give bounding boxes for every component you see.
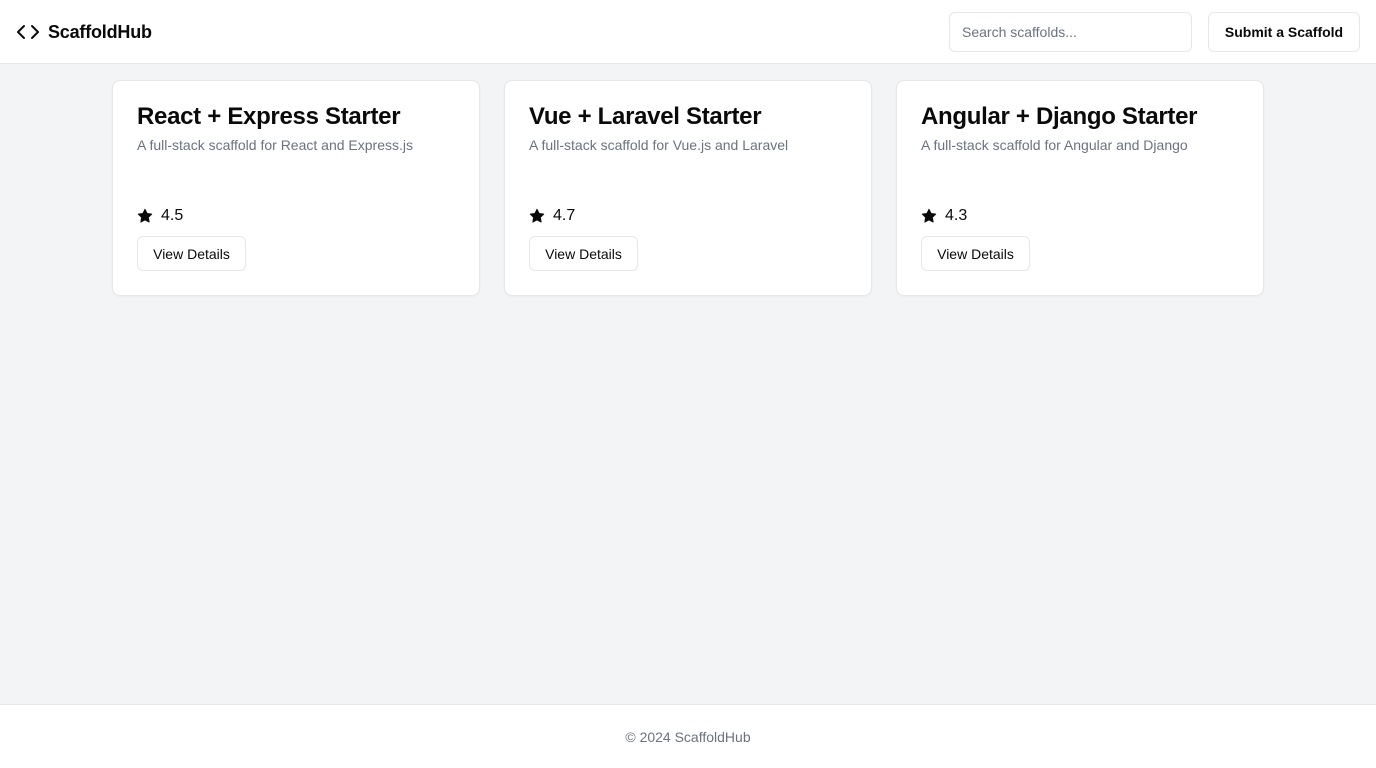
page-footer: © 2024 ScaffoldHub xyxy=(0,704,1376,768)
code-icon xyxy=(16,20,40,44)
rating: 4.7 xyxy=(529,206,575,226)
search-input[interactable] xyxy=(949,12,1192,52)
rating-value: 4.7 xyxy=(553,207,576,224)
card-description: A full-stack scaffold for Angular and Dj… xyxy=(921,137,1188,153)
brand-logo[interactable]: ScaffoldHub xyxy=(16,20,152,44)
rating-value: 4.3 xyxy=(945,207,968,224)
view-details-button[interactable]: View Details xyxy=(529,236,638,271)
star-icon xyxy=(921,208,937,224)
card-title: Angular + Django Starter xyxy=(921,103,1198,130)
brand-name: ScaffoldHub xyxy=(48,21,152,42)
copyright-text: © 2024 ScaffoldHub xyxy=(625,728,751,745)
top-header: ScaffoldHub Submit a Scaffold xyxy=(0,0,1376,64)
rating: 4.5 xyxy=(137,206,183,226)
submit-scaffold-button[interactable]: Submit a Scaffold xyxy=(1208,12,1360,52)
scaffold-card: Vue + Laravel Starter A full-stack scaff… xyxy=(504,80,872,296)
star-icon xyxy=(529,208,545,224)
view-details-button[interactable]: View Details xyxy=(921,236,1030,271)
card-title: React + Express Starter xyxy=(137,103,401,130)
card-description: A full-stack scaffold for React and Expr… xyxy=(137,137,413,153)
rating-value: 4.5 xyxy=(161,207,184,224)
star-icon xyxy=(137,208,153,224)
view-details-button[interactable]: View Details xyxy=(137,236,246,271)
card-description: A full-stack scaffold for Vue.js and Lar… xyxy=(529,137,789,153)
rating: 4.3 xyxy=(921,206,967,226)
scaffold-card: React + Express Starter A full-stack sca… xyxy=(112,80,480,296)
scaffold-card: Angular + Django Starter A full-stack sc… xyxy=(896,80,1264,296)
card-title: Vue + Laravel Starter xyxy=(529,103,762,130)
